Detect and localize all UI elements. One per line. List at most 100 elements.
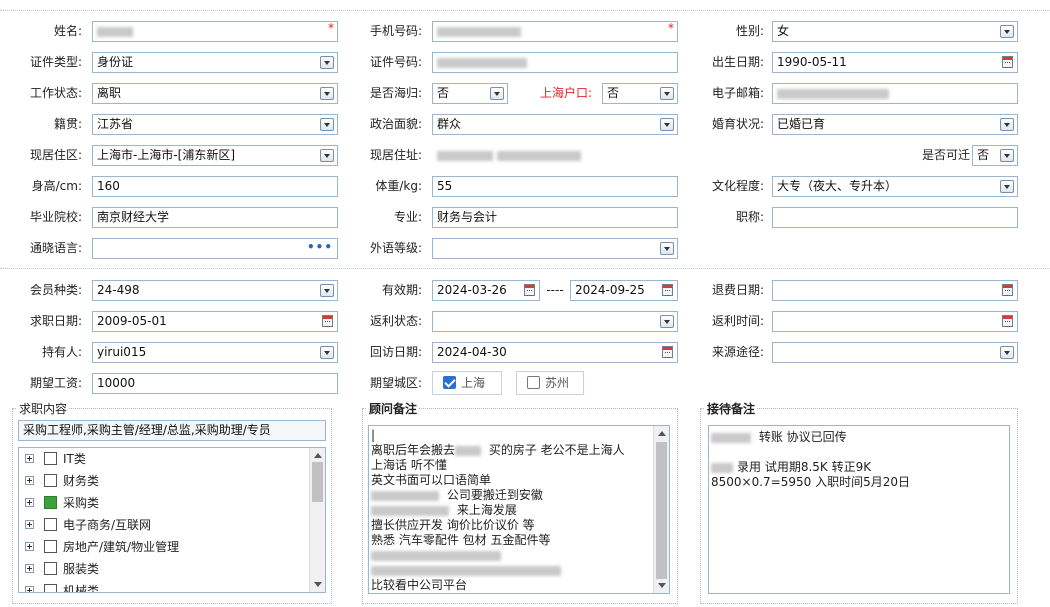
calendar-icon[interactable] xyxy=(662,284,673,296)
scroll-up-icon[interactable] xyxy=(658,431,666,436)
calendar-icon[interactable] xyxy=(322,315,333,327)
tree-node-apparel[interactable]: 服装类 xyxy=(19,558,309,580)
returnee-select[interactable]: 否 xyxy=(432,83,508,104)
email-field[interactable] xyxy=(772,83,1018,104)
expand-icon[interactable] xyxy=(25,542,34,551)
expand-icon[interactable] xyxy=(25,564,34,573)
note-line: 8500×0.7=5950 入职时间5月20日 xyxy=(711,475,1009,490)
residence-area-select[interactable]: 上海市-上海市-[浦东新区] xyxy=(92,145,338,166)
shanghai-hukou-label: 上海户口: xyxy=(539,86,592,100)
education-select[interactable]: 大专（夜大、专升本） xyxy=(772,176,1018,197)
note-line-text: 公司要搬迁到安徽 xyxy=(443,488,543,502)
validity-start-field[interactable]: 2024-03-26 xyxy=(432,280,540,301)
expand-icon[interactable] xyxy=(25,520,34,529)
id-number-label: 证件号码: xyxy=(369,55,422,69)
politics-select[interactable]: 群众 xyxy=(432,114,678,135)
note-line-text: 擅长供应开发 询价比价议价 等 xyxy=(371,518,535,532)
school-field[interactable]: 南京财经大学 xyxy=(92,207,338,228)
job-category-tree[interactable]: IT类 财务类 采购类 电子商务/互联网 房地产/建筑/物业管理 服装类 机械类 xyxy=(18,447,326,593)
checkbox-partial-icon[interactable] xyxy=(44,496,57,509)
tree-node-finance[interactable]: 财务类 xyxy=(19,470,309,492)
job-content-selected: 采购工程师,采购主管/经理/总监,采购助理/专员 xyxy=(18,420,326,441)
shanghai-hukou-select[interactable]: 否 xyxy=(602,83,678,104)
expand-icon[interactable] xyxy=(25,454,34,463)
city-option-shanghai[interactable]: 上海 xyxy=(432,371,502,395)
checkbox-checked-icon[interactable] xyxy=(443,376,456,389)
checkbox-icon[interactable] xyxy=(44,452,57,465)
reception-notes-title: 接待备注 xyxy=(705,400,758,417)
major-field[interactable]: 财务与会计 xyxy=(432,207,678,228)
work-status-label: 工作状态: xyxy=(29,86,82,100)
notes-scrollbar[interactable] xyxy=(653,426,669,593)
professional-title-field[interactable] xyxy=(772,207,1018,228)
section-divider xyxy=(0,268,1050,269)
id-number-field[interactable] xyxy=(432,52,678,73)
validity-end-field[interactable]: 2024-09-25 xyxy=(570,280,678,301)
expand-icon[interactable] xyxy=(25,476,34,485)
tree-node-machinery[interactable]: 机械类 xyxy=(19,580,309,592)
address-field[interactable] xyxy=(432,145,908,166)
checkbox-icon[interactable] xyxy=(527,376,540,389)
expand-icon[interactable] xyxy=(25,498,34,507)
tree-node-ecommerce[interactable]: 电子商务/互联网 xyxy=(19,514,309,536)
calendar-icon[interactable] xyxy=(1002,284,1013,296)
member-type-select[interactable]: 24-498 xyxy=(92,280,338,301)
salary-field[interactable]: 10000 xyxy=(92,373,338,394)
phone-field[interactable] xyxy=(432,21,678,42)
advisor-notes-textarea[interactable]: | 离职后年会搬去 买的房子 老公不是上海人 上海话 听不懂 英文书面可以口语简单 公… xyxy=(368,425,670,594)
scroll-down-icon[interactable] xyxy=(658,583,666,588)
work-status-select[interactable]: 离职 xyxy=(92,83,338,104)
calendar-icon[interactable] xyxy=(1002,56,1013,68)
checkbox-icon[interactable] xyxy=(44,540,57,553)
dropdown-arrow-icon xyxy=(1000,346,1014,359)
checkbox-icon[interactable] xyxy=(44,474,57,487)
dropdown-arrow-icon xyxy=(320,87,334,100)
scroll-thumb[interactable] xyxy=(312,462,323,502)
rebate-status-select[interactable] xyxy=(432,311,678,332)
reception-notes-textarea[interactable]: 转账 协议已回传 录用 试用期8.5K 转正9K 8500×0.7=5950 入职时… xyxy=(708,425,1010,594)
checkbox-icon[interactable] xyxy=(44,518,57,531)
expand-icon[interactable] xyxy=(25,586,34,592)
dropdown-arrow-icon xyxy=(320,56,334,69)
scroll-up-icon[interactable] xyxy=(314,453,322,458)
id-type-select[interactable]: 身份证 xyxy=(92,52,338,73)
note-line: 熟悉 汽车零配件 包材 五金配件等 xyxy=(371,533,669,548)
job-date-field[interactable]: 2009-05-01 xyxy=(92,311,338,332)
rebate-time-field[interactable] xyxy=(772,311,1018,332)
note-line-text: | xyxy=(371,428,376,442)
tree-node-purchasing[interactable]: 采购类 xyxy=(19,492,309,514)
height-field[interactable]: 160 xyxy=(92,176,338,197)
tree-node-realestate[interactable]: 房地产/建筑/物业管理 xyxy=(19,536,309,558)
calendar-icon[interactable] xyxy=(1002,315,1013,327)
origin-select[interactable]: 江苏省 xyxy=(92,114,338,135)
dropdown-arrow-icon xyxy=(1000,180,1014,193)
visit-date-field[interactable]: 2024-04-30 xyxy=(432,342,678,363)
foreign-level-select[interactable] xyxy=(432,238,678,259)
source-select[interactable] xyxy=(772,342,1018,363)
calendar-icon[interactable] xyxy=(662,346,673,358)
birth-date-field[interactable]: 1990-05-11 xyxy=(772,52,1018,73)
dropdown-arrow-icon xyxy=(320,346,334,359)
tree-scrollbar[interactable] xyxy=(309,448,325,592)
scroll-thumb[interactable] xyxy=(656,442,667,579)
gender-select[interactable]: 女 xyxy=(772,21,1018,42)
marital-select[interactable]: 已婚已育 xyxy=(772,114,1018,135)
note-line: 转账 协议已回传 xyxy=(711,430,1009,445)
checkbox-icon[interactable] xyxy=(44,584,57,592)
more-options-icon[interactable]: ••• xyxy=(307,239,333,256)
weight-field[interactable]: 55 xyxy=(432,176,678,197)
holder-select[interactable]: yirui015 xyxy=(92,342,338,363)
scroll-down-icon[interactable] xyxy=(314,582,322,587)
professional-title-label: 职称: xyxy=(735,210,764,224)
city-option-suzhou[interactable]: 苏州 xyxy=(516,371,584,395)
can-move-select[interactable]: 否 xyxy=(972,145,1018,166)
checkbox-icon[interactable] xyxy=(44,562,57,575)
rebate-time-label: 返利时间: xyxy=(711,314,764,328)
redacted-text xyxy=(371,490,439,501)
tree-node-it[interactable]: IT类 xyxy=(19,448,309,470)
name-field[interactable] xyxy=(92,21,338,42)
calendar-icon[interactable] xyxy=(524,284,535,296)
language-field[interactable]: ••• xyxy=(92,238,338,259)
refund-date-field[interactable] xyxy=(772,280,1018,301)
height-label: 身高/cm: xyxy=(31,179,82,193)
